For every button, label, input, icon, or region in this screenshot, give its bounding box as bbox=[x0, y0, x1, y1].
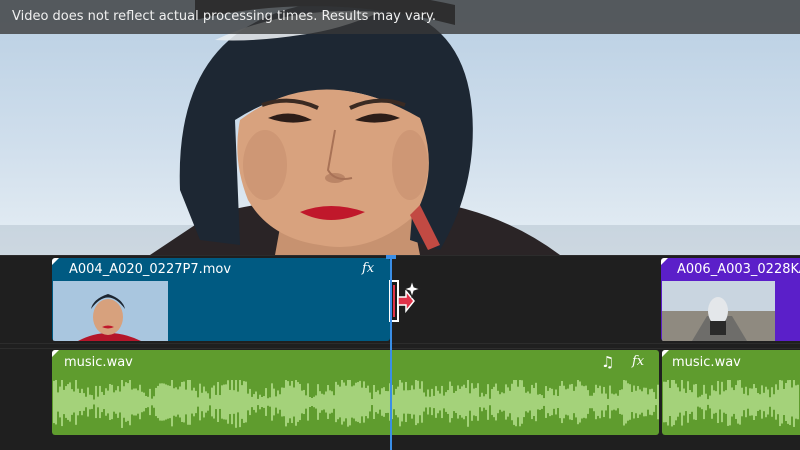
timeline-panel[interactable]: A004_A020_0227P7.mov fx A006_A003_0228KA… bbox=[0, 255, 800, 450]
audio-clip-name: music.wav bbox=[64, 355, 133, 370]
clip-thumbnail bbox=[53, 281, 168, 341]
video-preview: Video does not reflect actual processing… bbox=[0, 0, 800, 255]
clip-corner-marker bbox=[661, 258, 668, 265]
track-divider bbox=[0, 348, 800, 349]
audio-clip-name: music.wav bbox=[672, 355, 741, 370]
video-clip-name: A004_A020_0227P7.mov bbox=[69, 262, 232, 277]
audio-waveform bbox=[663, 380, 799, 427]
audio-clip-music-2[interactable]: music.wav bbox=[662, 350, 800, 435]
clip-corner-marker bbox=[52, 258, 59, 265]
fx-badge[interactable]: fx bbox=[362, 261, 374, 276]
processing-notice: Video does not reflect actual processing… bbox=[0, 0, 800, 34]
track-divider bbox=[0, 343, 800, 344]
playhead-handle[interactable] bbox=[386, 255, 396, 259]
track-divider bbox=[0, 255, 800, 256]
fx-badge[interactable]: fx bbox=[632, 354, 644, 369]
clip-thumbnail bbox=[662, 281, 775, 341]
video-clip-a006[interactable]: A006_A003_0228KA bbox=[661, 258, 800, 341]
video-clip-name: A006_A003_0228KA bbox=[677, 262, 800, 277]
clip-corner-marker bbox=[52, 350, 59, 357]
audio-clip-music-1[interactable]: music.wav ♫ fx bbox=[52, 350, 659, 435]
music-note-icon: ♫ bbox=[601, 353, 615, 371]
audio-waveform bbox=[53, 380, 659, 428]
video-clip-a004[interactable]: A004_A020_0227P7.mov fx bbox=[52, 258, 390, 341]
preview-frame bbox=[0, 0, 800, 255]
clip-corner-marker bbox=[662, 350, 669, 357]
playhead[interactable] bbox=[390, 255, 392, 450]
